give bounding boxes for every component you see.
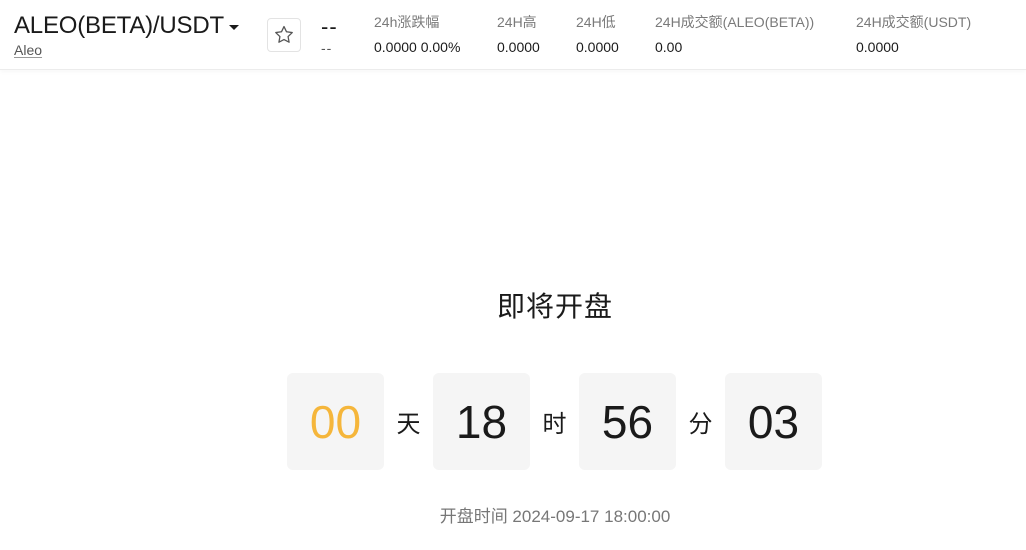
stat-label: 24H低 [576, 14, 616, 30]
countdown-days: 00 [287, 373, 384, 470]
caret-down-icon [228, 24, 239, 30]
stat-24h-change: 24h涨跌幅 0.0000 0.00% [374, 12, 460, 57]
countdown-minutes: 56 [579, 373, 676, 470]
countdown-seconds: 03 [725, 373, 822, 470]
stat-label: 24H成交额(USDT) [856, 14, 972, 30]
stat-value: 0.0000 [576, 39, 619, 55]
last-price-block: -- -- [321, 14, 361, 56]
stat-24h-high: 24H高 0.0000 [497, 12, 540, 57]
last-price: -- [321, 14, 338, 39]
stat-value: 0.0000 [856, 39, 899, 55]
stat-value: 0.0000 [497, 39, 540, 55]
market-header: ALEO(BETA)/USDT Aleo -- -- 24h涨跌幅 0.0000… [0, 0, 1026, 70]
stat-label: 24H成交额(ALEO(BETA)) [655, 14, 815, 30]
stat-value: 0.00 [655, 39, 683, 55]
coming-soon-title: 即将开盘 [496, 291, 613, 322]
pair-selector-block: ALEO(BETA)/USDT Aleo [14, 10, 239, 58]
countdown-timer: 00 天 18 时 56 分 03 [287, 373, 822, 470]
countdown-days-unit: 天 [396, 411, 421, 438]
favorite-button[interactable] [267, 18, 301, 52]
stat-value: 0.0000 0.00% [374, 39, 461, 55]
stat-24h-low: 24H低 0.0000 [576, 12, 619, 57]
star-icon [275, 25, 293, 43]
countdown-hours: 18 [433, 373, 530, 470]
pair-subname-link[interactable]: Aleo [14, 42, 42, 58]
opening-countdown-panel: 即将开盘 00 天 18 时 56 分 03 开盘时间 2024-09-17 1… [0, 70, 1026, 550]
stat-24h-volume-quote: 24H成交额(USDT) 0.0000 [856, 12, 971, 57]
stat-label: 24h涨跌幅 [374, 14, 440, 30]
stat-24h-volume-base: 24H成交额(ALEO(BETA)) 0.00 [655, 12, 814, 57]
pair-selector[interactable]: ALEO(BETA)/USDT [14, 10, 239, 42]
last-price-fiat: -- [321, 40, 333, 56]
pair-name: ALEO(BETA)/USDT [14, 12, 224, 39]
stat-label: 24H高 [497, 14, 537, 30]
countdown-minutes-unit: 分 [688, 411, 713, 438]
opening-time: 开盘时间 2024-09-17 18:00:00 [439, 507, 671, 526]
countdown-hours-unit: 时 [542, 411, 567, 438]
